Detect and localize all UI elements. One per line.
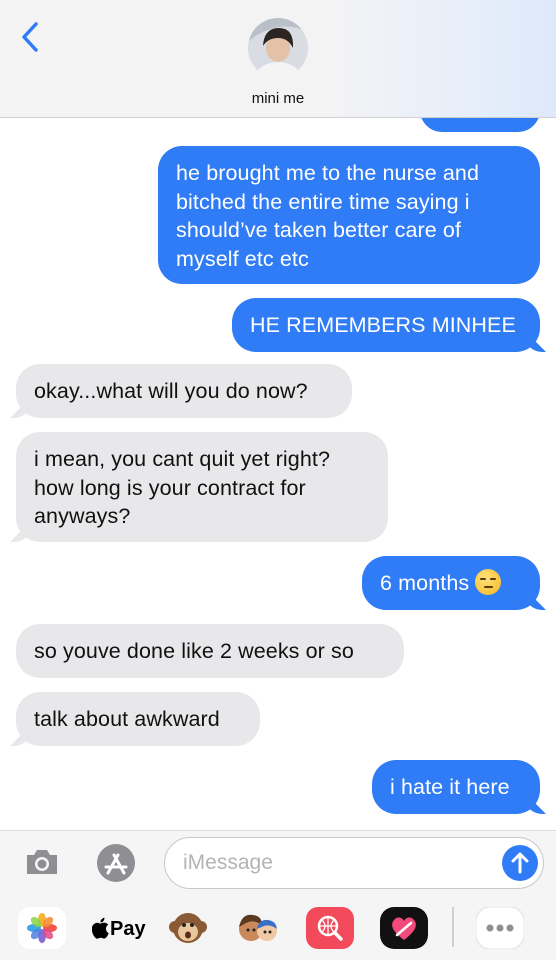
contact-avatar[interactable]: [248, 18, 308, 78]
message-bubble-sent[interactable]: HE REMEMBERS MINHEE: [232, 298, 540, 352]
previous-message-bubble: [420, 118, 540, 132]
message-bubble-sent[interactable]: 6 months: [362, 556, 540, 610]
app-store-button[interactable]: [92, 843, 140, 883]
app-drawer: Pay: [0, 903, 556, 953]
message-text: so youve done like 2 weeks or so: [34, 639, 354, 663]
message-text: i hate it here: [390, 775, 510, 799]
web-images-search-icon: [306, 907, 354, 949]
back-button[interactable]: [14, 18, 50, 58]
contact-name[interactable]: mini me: [0, 90, 556, 107]
arrow-up-icon: [511, 852, 529, 874]
conversation-header: mini me: [0, 0, 556, 118]
message-text: he brought me to the nurse and bitched t…: [176, 161, 480, 271]
imessage-input-field[interactable]: [164, 837, 544, 889]
photos-app-button[interactable]: [18, 907, 66, 949]
message-text: HE REMEMBERS MINHEE: [250, 313, 516, 337]
memoji-monkey-icon: [169, 913, 207, 943]
message-thread[interactable]: he brought me to the nurse and bitched t…: [0, 118, 556, 830]
message-bubble-sent[interactable]: he brought me to the nurse and bitched t…: [158, 146, 540, 284]
message-input[interactable]: [183, 848, 483, 878]
camera-button[interactable]: [24, 847, 60, 877]
message-text: 6 months: [380, 571, 470, 595]
digital-touch-icon: [380, 907, 428, 949]
unamused-face-emoji-icon: [475, 569, 502, 595]
message-bubble-sent[interactable]: i hate it here: [372, 760, 540, 814]
apple-pay-label: Pay: [110, 918, 146, 940]
memoji-stickers-icon: [239, 914, 277, 941]
more-apps-icon: [475, 906, 525, 950]
message-bubble-received[interactable]: so youve done like 2 weeks or so: [16, 624, 404, 678]
message-text: talk about awkward: [34, 707, 220, 731]
camera-icon: [27, 850, 57, 874]
message-text: okay...what will you do now?: [34, 379, 308, 403]
images-search-button[interactable]: [306, 907, 354, 949]
message-text: i mean, you cant quit yet right? how lon…: [34, 447, 331, 528]
message-bubble-received[interactable]: i mean, you cant quit yet right? how lon…: [16, 432, 388, 542]
app-store-icon: [97, 844, 135, 882]
memoji-stickers-button[interactable]: [234, 907, 282, 949]
chevron-left-icon: [22, 22, 38, 52]
more-apps-button[interactable]: [475, 906, 525, 950]
monkey-memoji-button[interactable]: [164, 907, 212, 949]
apple-pay-button[interactable]: Pay: [88, 907, 148, 949]
message-bubble-received[interactable]: okay...what will you do now?: [16, 364, 352, 418]
message-bubble-received[interactable]: talk about awkward: [16, 692, 260, 746]
app-drawer-divider: [452, 907, 454, 947]
avatar-photo: [248, 18, 308, 78]
message-composer: Pay: [0, 830, 556, 960]
photos-icon: [18, 907, 66, 949]
digital-touch-button[interactable]: [380, 907, 428, 949]
apple-pay-icon: [92, 917, 109, 939]
send-button[interactable]: [502, 845, 538, 881]
